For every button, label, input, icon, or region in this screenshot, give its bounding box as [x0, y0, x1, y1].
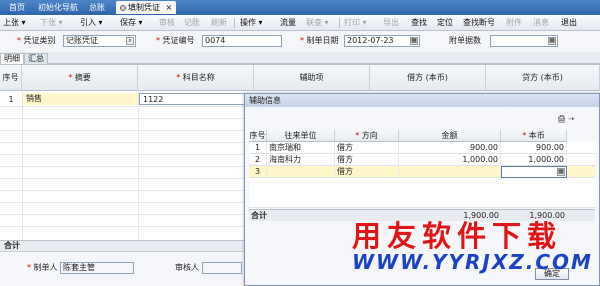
- tab-bar: 首页 初始化导航 总账 填制凭证 ×: [0, 0, 600, 15]
- detail-tabs: 明细 汇总: [0, 52, 600, 64]
- auditor-field: [202, 262, 242, 274]
- tab-fill-voucher[interactable]: 填制凭证 ×: [116, 1, 177, 14]
- aux-amount-cell[interactable]: 1,000.00: [399, 154, 501, 166]
- maker-field: 陈套主管: [60, 262, 134, 274]
- header-aux: 辅助项: [254, 65, 370, 91]
- close-icon[interactable]: ×: [166, 3, 173, 12]
- popup-header-no: 序号: [249, 130, 267, 142]
- save-button[interactable]: 保存 ▾: [120, 17, 143, 29]
- dialog-title: 辅助信息: [245, 94, 599, 107]
- attach-count-field[interactable]: ▦: [490, 35, 558, 47]
- popup-header-direction: * 方向: [335, 130, 399, 142]
- aux-local-cell[interactable]: 1,000.00: [501, 154, 567, 166]
- aux-unit-cell[interactable]: [267, 166, 335, 178]
- link-query-button[interactable]: 联查 ▾: [306, 17, 329, 29]
- calendar-icon[interactable]: ▦: [410, 37, 418, 45]
- aux-direction-cell[interactable]: 借方: [335, 142, 399, 154]
- aux-row-no: 1: [249, 142, 267, 154]
- print-button[interactable]: 打印 ▾: [344, 17, 367, 29]
- export-button[interactable]: 导出: [383, 17, 399, 29]
- find-button[interactable]: 查找: [411, 17, 427, 29]
- attachment-button[interactable]: 附件: [506, 17, 522, 29]
- voucher-no-field[interactable]: 0074: [202, 35, 282, 47]
- voucher-type-label: * 凭证类别: [17, 36, 56, 45]
- aux-direction-cell[interactable]: 借方: [335, 166, 399, 178]
- aux-unit-cell[interactable]: 南京瑞和: [267, 142, 335, 154]
- date-label: * 制单日期: [300, 36, 339, 45]
- column-divider: [22, 91, 23, 251]
- aux-row[interactable]: 2 海南科力 借方 1,000.00 1,000.00: [249, 154, 595, 166]
- prev-button[interactable]: 上张 ▾: [3, 17, 26, 29]
- cashflow-button[interactable]: 流量: [280, 17, 296, 29]
- tab-icon: [120, 5, 126, 11]
- aux-row[interactable]: 3 借方 ▦: [249, 166, 595, 178]
- toolbar: 上张 ▾ 下张 ▾ 引入 ▾ 保存 ▾ 审核 记账 刷新 操作 ▾ 流量 联查 …: [0, 15, 600, 31]
- operation-button[interactable]: 操作 ▾: [240, 17, 263, 29]
- tab-detail[interactable]: 明细: [0, 53, 24, 64]
- summary-cell[interactable]: 销售: [22, 93, 138, 105]
- dialog-tool-icons[interactable]: 🖨 ⇢: [557, 114, 595, 125]
- account-cell[interactable]: 1122: [139, 93, 254, 105]
- watermark-url: WWW.YYRJXZ.COM: [352, 250, 593, 274]
- attach-count-label: 附单据数: [449, 36, 481, 45]
- tab-summary[interactable]: 汇总: [24, 53, 48, 64]
- header-credit: 贷方 (本币): [486, 65, 600, 91]
- aux-amount-cell[interactable]: 900.00: [399, 142, 501, 154]
- locate-button[interactable]: 定位: [437, 17, 453, 29]
- maker-label: * 制单人: [27, 263, 58, 272]
- aux-empty-area: [249, 178, 595, 208]
- aux-local-input[interactable]: ▦: [501, 166, 567, 178]
- find-gap-button[interactable]: 查找断号: [463, 17, 495, 29]
- header-debit: 借方 (本币): [370, 65, 486, 91]
- aux-row[interactable]: 1 南京瑞和 借方 900.00 900.00: [249, 142, 595, 154]
- header-account: * 科目名称: [138, 65, 254, 91]
- calendar-icon[interactable]: ▦: [548, 37, 556, 45]
- watermark-logo-text: 用友软件下载: [352, 219, 563, 253]
- aux-amount-cell[interactable]: [399, 166, 501, 178]
- column-divider: [138, 91, 139, 251]
- voucher-no-label: * 凭证编号: [156, 36, 195, 45]
- tab-home[interactable]: 首页: [5, 1, 29, 14]
- header-no: 序号: [0, 65, 22, 91]
- voucher-type-field[interactable]: 记账凭证 ⌕: [63, 35, 136, 47]
- date-field[interactable]: 2012-07-23 ▦: [344, 35, 420, 47]
- tab-general-ledger[interactable]: 总账: [85, 1, 109, 14]
- total-label: 合计: [4, 241, 20, 250]
- tab-fill-voucher-label: 填制凭证: [128, 3, 160, 12]
- aux-row-no: 3: [249, 166, 267, 178]
- refresh-button[interactable]: 刷新: [211, 17, 227, 29]
- search-icon[interactable]: ⌕: [126, 37, 134, 45]
- tab-init-guide[interactable]: 初始化导航: [34, 1, 82, 14]
- import-button[interactable]: 引入 ▾: [80, 17, 103, 29]
- auditor-label: 审核人: [175, 263, 199, 272]
- calculator-icon[interactable]: ▦: [557, 168, 565, 176]
- audit-button[interactable]: 审核: [159, 17, 175, 29]
- aux-local-cell[interactable]: 900.00: [501, 142, 567, 154]
- exit-button[interactable]: 退出: [561, 17, 577, 29]
- aux-total-label: 合计: [251, 211, 267, 220]
- row-no: 1: [8, 95, 14, 104]
- aux-row-no: 2: [249, 154, 267, 166]
- popup-header-amount: 金额: [399, 130, 501, 142]
- header-summary: * 摘要: [22, 65, 138, 91]
- aux-direction-cell[interactable]: 借方: [335, 154, 399, 166]
- next-button[interactable]: 下张 ▾: [40, 17, 63, 29]
- toolbar-separator: [339, 18, 340, 28]
- message-button[interactable]: 消息: [533, 17, 549, 29]
- toolbar-separator: [234, 18, 235, 28]
- aux-unit-cell[interactable]: 海南科力: [267, 154, 335, 166]
- popup-header-local: * 本币: [501, 130, 567, 142]
- post-button[interactable]: 记账: [184, 17, 200, 29]
- popup-header-unit: 往来单位: [267, 130, 335, 142]
